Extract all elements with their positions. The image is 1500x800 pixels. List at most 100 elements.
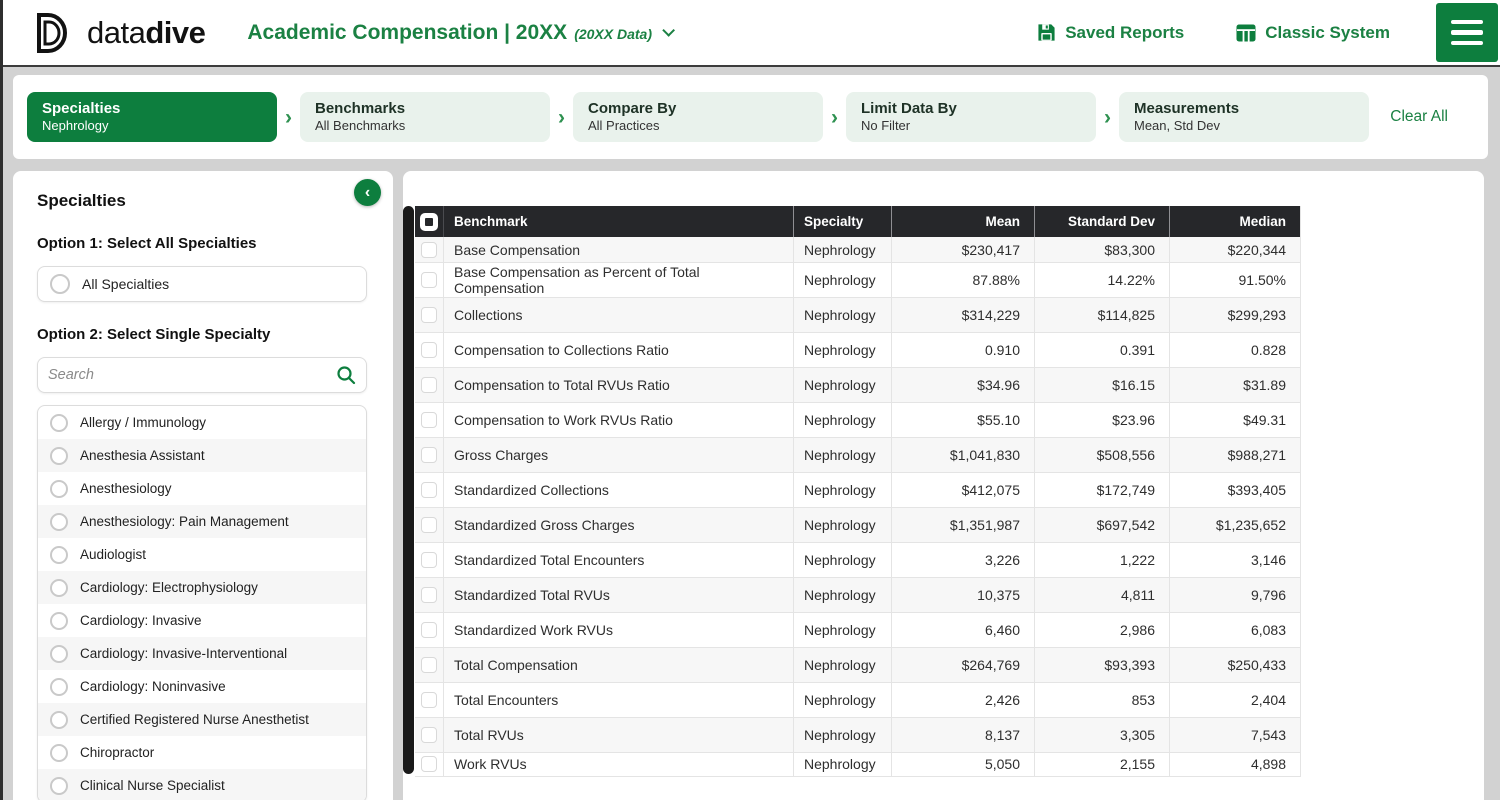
column-header-benchmark[interactable]: Benchmark xyxy=(443,206,793,237)
column-header-median[interactable]: Median xyxy=(1169,206,1300,237)
search-icon[interactable] xyxy=(336,365,356,385)
specialty-option[interactable]: Audiologist xyxy=(38,538,366,571)
row-checkbox[interactable] xyxy=(421,272,437,288)
row-checkbox[interactable] xyxy=(421,622,437,638)
specialty-option[interactable]: Anesthesia Assistant xyxy=(38,439,366,472)
specialty-option[interactable]: Certified Registered Nurse Anesthetist xyxy=(38,703,366,736)
step-subtitle: Mean, Std Dev xyxy=(1134,118,1354,134)
radio-button[interactable] xyxy=(50,480,68,498)
specialty-search xyxy=(37,357,367,393)
all-specialties-option[interactable]: All Specialties xyxy=(37,266,367,302)
table-row: Standardized Gross Charges Nephrology $1… xyxy=(415,508,1300,543)
cell-median: $988,271 xyxy=(1169,438,1300,472)
radio-button[interactable] xyxy=(50,579,68,597)
row-checkbox[interactable] xyxy=(421,552,437,568)
column-header-specialty[interactable]: Specialty xyxy=(793,206,891,237)
cell-mean: $34.96 xyxy=(891,368,1034,402)
row-checkbox[interactable] xyxy=(421,342,437,358)
main-menu-button[interactable] xyxy=(1436,3,1498,62)
step-limit-data-by[interactable]: Limit Data By No Filter xyxy=(846,92,1096,142)
cell-benchmark: Compensation to Collections Ratio xyxy=(443,333,793,367)
cell-specialty: Nephrology xyxy=(793,438,891,472)
specialty-option[interactable]: Cardiology: Electrophysiology xyxy=(38,571,366,604)
cell-std: $697,542 xyxy=(1034,508,1169,542)
radio-button[interactable] xyxy=(50,546,68,564)
logo-d-icon xyxy=(33,12,73,54)
column-header-standard-dev[interactable]: Standard Dev xyxy=(1034,206,1169,237)
radio-button[interactable] xyxy=(50,447,68,465)
table-columns-icon xyxy=(1236,24,1256,42)
step-title: Measurements xyxy=(1134,100,1354,119)
table-row: Gross Charges Nephrology $1,041,830 $508… xyxy=(415,438,1300,473)
specialty-option[interactable]: Anesthesiology: Pain Management xyxy=(38,505,366,538)
radio-button[interactable] xyxy=(50,777,68,795)
row-checkbox[interactable] xyxy=(421,756,437,772)
specialty-option[interactable]: Chiropractor xyxy=(38,736,366,769)
row-checkbox[interactable] xyxy=(421,307,437,323)
cell-median: $393,405 xyxy=(1169,473,1300,507)
table-scrollbar[interactable] xyxy=(403,206,414,774)
saved-reports-button[interactable]: Saved Reports xyxy=(1037,23,1184,43)
cell-std: 2,155 xyxy=(1034,753,1169,776)
cell-specialty: Nephrology xyxy=(793,753,891,776)
cell-specialty: Nephrology xyxy=(793,298,891,332)
cell-median: $1,235,652 xyxy=(1169,508,1300,542)
row-checkbox[interactable] xyxy=(421,412,437,428)
table-row: Standardized Total RVUs Nephrology 10,37… xyxy=(415,578,1300,613)
cell-median: 91.50% xyxy=(1169,263,1300,297)
chevron-right-icon: › xyxy=(1096,107,1119,128)
row-checkbox[interactable] xyxy=(421,447,437,463)
search-input[interactable] xyxy=(48,367,336,383)
row-checkbox[interactable] xyxy=(421,242,437,258)
radio-button[interactable] xyxy=(50,414,68,432)
radio-button[interactable] xyxy=(50,645,68,663)
top-header: datadive Academic Compensation | 20XX (2… xyxy=(3,0,1500,67)
row-checkbox[interactable] xyxy=(421,587,437,603)
row-checkbox[interactable] xyxy=(421,482,437,498)
step-title: Compare By xyxy=(588,100,808,119)
cell-mean: 2,426 xyxy=(891,683,1034,717)
cell-median: 0.828 xyxy=(1169,333,1300,367)
cell-mean: 3,226 xyxy=(891,543,1034,577)
row-checkbox[interactable] xyxy=(421,657,437,673)
table-row: Compensation to Collections Ratio Nephro… xyxy=(415,333,1300,368)
specialty-option[interactable]: Cardiology: Invasive xyxy=(38,604,366,637)
benchmark-table: Benchmark Specialty Mean Standard Dev Me… xyxy=(415,206,1301,777)
radio-button[interactable] xyxy=(50,612,68,630)
cell-mean: $55.10 xyxy=(891,403,1034,437)
specialty-option[interactable]: Allergy / Immunology xyxy=(38,406,366,439)
classic-system-button[interactable]: Classic System xyxy=(1236,23,1390,43)
step-benchmarks[interactable]: Benchmarks All Benchmarks xyxy=(300,92,550,142)
specialty-option[interactable]: Cardiology: Noninvasive xyxy=(38,670,366,703)
specialty-option[interactable]: Anesthesiology xyxy=(38,472,366,505)
select-all-checkbox[interactable] xyxy=(420,213,438,231)
cell-std: $172,749 xyxy=(1034,473,1169,507)
cell-benchmark: Total Compensation xyxy=(443,648,793,682)
chevron-right-icon: › xyxy=(277,107,300,128)
row-checkbox[interactable] xyxy=(421,377,437,393)
cell-std: $93,393 xyxy=(1034,648,1169,682)
row-checkbox[interactable] xyxy=(421,692,437,708)
step-compare-by[interactable]: Compare By All Practices xyxy=(573,92,823,142)
radio-button[interactable] xyxy=(50,513,68,531)
cell-specialty: Nephrology xyxy=(793,473,891,507)
radio-button[interactable] xyxy=(50,711,68,729)
radio-button[interactable] xyxy=(50,744,68,762)
radio-button[interactable] xyxy=(50,274,70,294)
row-checkbox[interactable] xyxy=(421,727,437,743)
specialty-option[interactable]: Cardiology: Invasive-Interventional xyxy=(38,637,366,670)
step-specialties[interactable]: Specialties Nephrology xyxy=(27,92,277,142)
report-title-suffix: (20XX Data) xyxy=(574,26,652,42)
clear-all-link[interactable]: Clear All xyxy=(1390,108,1448,126)
radio-button[interactable] xyxy=(50,678,68,696)
sidebar-collapse-button[interactable]: ‹ xyxy=(354,179,381,206)
content-area: ‹ Specialties Option 1: Select All Speci… xyxy=(13,171,1484,800)
cell-mean: $412,075 xyxy=(891,473,1034,507)
row-checkbox[interactable] xyxy=(421,517,437,533)
step-measurements[interactable]: Measurements Mean, Std Dev xyxy=(1119,92,1369,142)
cell-benchmark: Total Encounters xyxy=(443,683,793,717)
report-title-dropdown[interactable]: Academic Compensation | 20XX (20XX Data) xyxy=(247,21,671,45)
specialty-option[interactable]: Clinical Nurse Specialist xyxy=(38,769,366,800)
column-header-mean[interactable]: Mean xyxy=(891,206,1034,237)
sidebar-title: Specialties xyxy=(37,191,367,211)
